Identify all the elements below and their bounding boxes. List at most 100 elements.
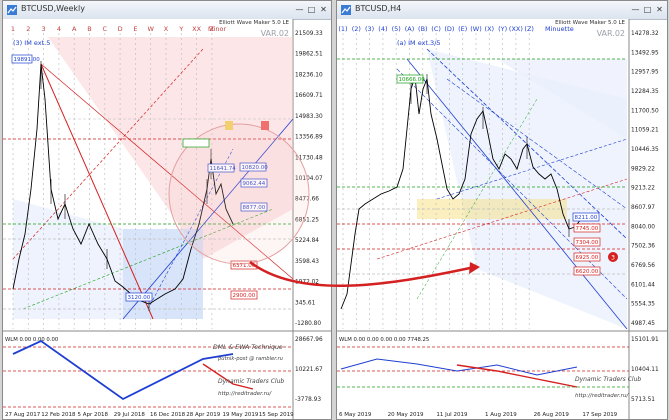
price-tick-label: 345.61 bbox=[295, 300, 316, 306]
price-tick-label: 6101.44 bbox=[631, 282, 655, 288]
h4-price-chart[interactable]: (1) (2) (3) (4) (5) (A) (B) (C) (D) (E) (W) (X) (Y)(… bbox=[337, 19, 667, 419]
grid-letter: 1 bbox=[11, 25, 15, 33]
credit-text: putnik-post @ rambler.ru bbox=[217, 356, 284, 362]
grid-letter: Y bbox=[178, 25, 183, 33]
window-title: BTCUSD,H4 bbox=[355, 4, 402, 13]
price-tick-label: 13492.95 bbox=[631, 50, 659, 56]
date-tick-label: 12 Feb 2018 bbox=[41, 412, 76, 418]
price-tick-label: 10446.35 bbox=[631, 147, 659, 153]
price-tick-label: 8607.97 bbox=[631, 205, 655, 211]
close-icon[interactable]: ✕ bbox=[654, 4, 665, 15]
grid-letter: (W) bbox=[470, 25, 482, 33]
price-tick-label: 5554.35 bbox=[631, 302, 655, 308]
maximize-icon[interactable]: □ bbox=[642, 4, 653, 15]
marker-square bbox=[261, 121, 269, 130]
price-tick-label: 8040.00 bbox=[631, 224, 655, 230]
price-tick-label: 6769.56 bbox=[631, 263, 655, 269]
grid-letter: XX bbox=[192, 25, 201, 33]
grid-letter: (1) bbox=[338, 25, 347, 33]
wave-marker-number: 3 bbox=[611, 255, 615, 262]
price-tick-label: 7502.36 bbox=[631, 244, 655, 250]
close-icon[interactable]: ✕ bbox=[318, 4, 329, 15]
price-box-label: 3120.00 bbox=[128, 295, 151, 301]
grid-letter: (3) bbox=[365, 25, 374, 33]
price-tick-label: 12957.95 bbox=[631, 70, 659, 76]
degree-label: Minor bbox=[208, 25, 227, 33]
price-box-label: 7745.00 bbox=[576, 226, 599, 232]
grid-letter: (C) bbox=[431, 25, 441, 33]
date-tick-label: 16 Dec 2018 bbox=[150, 412, 186, 418]
wave-header: (a) IM ext.3/5 bbox=[397, 39, 441, 47]
date-tick-label: 17 Sep 2019 bbox=[582, 412, 617, 418]
price-box-label: 8211.00 bbox=[575, 215, 598, 221]
weekly-chart-window[interactable]: BTCUSD,Weekly — □ ✕ 1 2 3 4 A B C D E W X Y XX Z 21509… bbox=[2, 0, 332, 420]
credit-text: http://reditrader.ru/ bbox=[218, 391, 272, 397]
grid-letter: (B) bbox=[418, 25, 428, 33]
date-tick-label: 28 Apr 2019 bbox=[186, 412, 221, 418]
grid-letter: D bbox=[118, 25, 123, 33]
date-tick-label: 19 May 2019 bbox=[223, 412, 259, 418]
price-tick-label: 21509.33 bbox=[295, 31, 323, 37]
grid-letter: (Z) bbox=[524, 25, 534, 33]
grid-letter: C bbox=[103, 25, 108, 33]
indicator-tick-label: 28667.96 bbox=[295, 337, 323, 343]
indicator-tick-label: 10221.67 bbox=[295, 367, 323, 373]
minimize-icon[interactable]: — bbox=[294, 4, 305, 15]
price-tick-label: 11059.21 bbox=[631, 128, 659, 134]
price-tick-label: 14983.30 bbox=[295, 114, 323, 120]
indicator-name: WLM 0.00 0.00 0.00 0.00 7748.25 bbox=[339, 337, 429, 343]
marker-square bbox=[225, 121, 233, 130]
chart-icon bbox=[7, 5, 17, 15]
grid-letter: (4) bbox=[378, 25, 387, 33]
indicator-tick-label: -3778.93 bbox=[295, 397, 321, 403]
h4-chart-window[interactable]: BTCUSD,H4 — □ ✕ (1) (2) (3) (4) (5) (A) (B) (C)… bbox=[336, 0, 668, 420]
chart-icon bbox=[341, 5, 351, 15]
credit-text: Dynamic Traders Club bbox=[575, 376, 641, 383]
credit-text: DML & EWA Technique bbox=[213, 344, 283, 351]
weekly-title-bar[interactable]: BTCUSD,Weekly — □ ✕ bbox=[3, 1, 331, 20]
date-tick-label: 11 Jul 2019 bbox=[436, 412, 468, 418]
grid-letter: (D) bbox=[444, 25, 454, 33]
var-label: VAR.02 bbox=[261, 29, 289, 38]
price-tick-label: 16609.71 bbox=[295, 93, 323, 99]
wave-header: (3) IM ext.5 bbox=[13, 39, 50, 47]
date-tick-label: 5 Apr 2018 bbox=[78, 412, 109, 418]
grid-letter: (2) bbox=[352, 25, 361, 33]
grid-letter: 4 bbox=[57, 25, 61, 33]
price-box-label: 19891.00 bbox=[14, 57, 41, 63]
grid-letter: (5) bbox=[392, 25, 401, 33]
grid-letter: X bbox=[164, 25, 169, 33]
date-tick-label: 26 Aug 2019 bbox=[534, 412, 570, 418]
minimize-icon[interactable]: — bbox=[630, 4, 641, 15]
var-label: VAR.02 bbox=[597, 29, 625, 38]
price-tick-label: 11700.50 bbox=[631, 108, 659, 114]
grid-letter: W bbox=[147, 25, 154, 33]
h4-title-bar[interactable]: BTCUSD,H4 — □ ✕ bbox=[337, 1, 667, 20]
grid-letter: (A) bbox=[405, 25, 415, 33]
price-tick-label: 1972.02 bbox=[295, 280, 319, 286]
date-tick-label: 15 Sep 2019 bbox=[259, 412, 294, 418]
maximize-icon[interactable]: □ bbox=[306, 4, 317, 15]
grid-letter: B bbox=[87, 25, 91, 33]
price-tick-label: 12284.35 bbox=[631, 89, 659, 95]
price-tick-label: 13356.89 bbox=[295, 135, 323, 141]
credit-text: Dynamic Traders Club bbox=[218, 378, 284, 385]
weekly-price-chart[interactable]: 1 2 3 4 A B C D E W X Y XX Z21509.3319862.5118236.101… bbox=[3, 19, 331, 419]
degree-label: Minuette bbox=[545, 25, 574, 33]
grid-letter: 2 bbox=[26, 25, 30, 33]
indicator-tick-label: 15101.91 bbox=[631, 337, 659, 343]
indicator-tick-label: 10404.11 bbox=[631, 367, 659, 373]
price-box-label: 10666.00 bbox=[399, 77, 426, 83]
price-tick-label: 4987.45 bbox=[631, 321, 655, 327]
price-tick-label: 9829.22 bbox=[631, 166, 655, 172]
price-tick-label: 5224.84 bbox=[295, 238, 319, 244]
credit-text: http://reditrader.ru/ bbox=[575, 393, 629, 399]
date-tick-label: 27 Aug 2017 bbox=[5, 412, 41, 418]
indicator-name: WLM 0.00 0.00 0.00 bbox=[5, 337, 59, 343]
price-box-label: 6620.00 bbox=[576, 269, 599, 275]
date-tick-label: 29 Jul 2018 bbox=[114, 412, 146, 418]
window-title: BTCUSD,Weekly bbox=[21, 4, 86, 13]
grid-letter: A bbox=[72, 25, 77, 33]
grid-letter: 3 bbox=[42, 25, 46, 33]
grid-letter: (E) bbox=[458, 25, 467, 33]
